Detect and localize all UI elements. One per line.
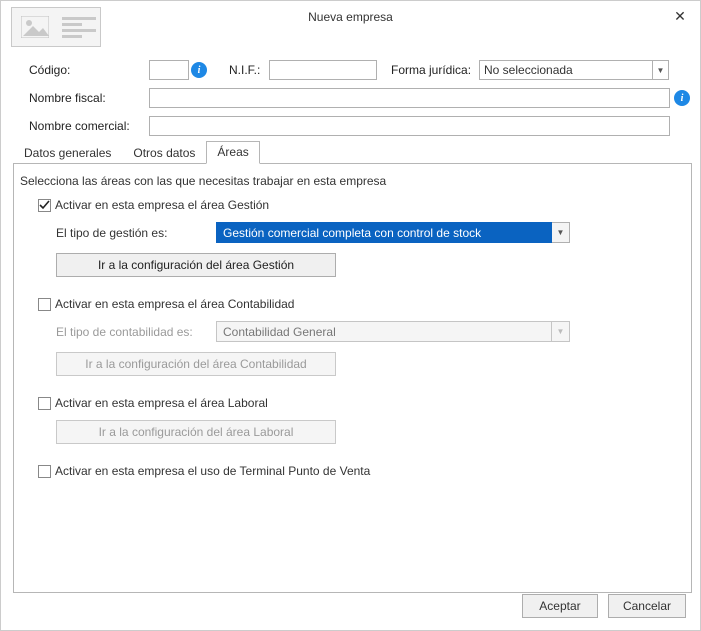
nif-label: N.I.F.: [229,63,269,77]
forma-juridica-label: Forma jurídica: [391,63,479,77]
title-bar: Nueva empresa ✕ [1,1,700,33]
image-placeholder-icon [12,8,58,46]
text-placeholder-icon [58,8,100,46]
goto-gestion-config-button[interactable]: Ir a la configuración del área Gestión [56,253,336,277]
nombre-fiscal-label: Nombre fiscal: [29,91,149,105]
tipo-contabilidad-value: Contabilidad General [216,321,552,342]
forma-juridica-select[interactable]: No seleccionada ▼ [479,60,669,80]
tipo-contabilidad-label: El tipo de contabilidad es: [56,325,206,339]
tab-panel: Selecciona las áreas con las que necesit… [13,163,692,593]
header-form: Código: i N.I.F.: Forma jurídica: No sel… [29,57,690,141]
cancel-button[interactable]: Cancelar [608,594,686,618]
nombre-fiscal-input[interactable] [149,88,670,108]
info-icon[interactable]: i [191,62,207,78]
checkbox-tpv-label: Activar en esta empresa el uso de Termin… [55,464,370,478]
tab-row: Datos generales Otros datos Áreas [13,141,692,163]
window-title: Nueva empresa [1,10,700,24]
checkbox-contabilidad-label: Activar en esta empresa el área Contabil… [55,297,294,311]
checkbox-contabilidad[interactable] [38,298,51,311]
checkbox-laboral[interactable] [38,397,51,410]
goto-contabilidad-config-button: Ir a la configuración del área Contabili… [56,352,336,376]
close-icon: ✕ [674,8,686,25]
chevron-down-icon: ▼ [653,60,669,80]
info-icon[interactable]: i [674,90,690,106]
checkbox-tpv[interactable] [38,465,51,478]
logo-placeholder [11,7,101,47]
tab-areas[interactable]: Áreas [206,141,259,164]
checkbox-gestion-label: Activar en esta empresa el área Gestión [55,198,269,212]
chevron-down-icon: ▼ [552,222,570,243]
tabs-container: Datos generales Otros datos Áreas Selecc… [13,141,692,593]
nif-input[interactable] [269,60,377,80]
forma-juridica-value: No seleccionada [479,60,653,80]
nombre-comercial-input[interactable] [149,116,670,136]
tipo-gestion-value: Gestión comercial completa con control d… [216,222,552,243]
area-contabilidad: Activar en esta empresa el área Contabil… [38,297,681,376]
area-tpv: Activar en esta empresa el uso de Termin… [38,464,681,478]
goto-laboral-config-button: Ir a la configuración del área Laboral [56,420,336,444]
chevron-down-icon: ▼ [552,321,570,342]
area-gestion: Activar en esta empresa el área Gestión … [38,198,681,277]
close-button[interactable]: ✕ [666,5,694,27]
codigo-input[interactable] [149,60,189,80]
area-laboral: Activar en esta empresa el área Laboral … [38,396,681,444]
tipo-gestion-label: El tipo de gestión es: [56,226,206,240]
dialog-footer: Aceptar Cancelar [522,594,686,618]
nombre-comercial-label: Nombre comercial: [29,119,149,133]
tipo-contabilidad-select: Contabilidad General ▼ [216,321,570,342]
areas-description: Selecciona las áreas con las que necesit… [20,174,681,188]
codigo-label: Código: [29,63,149,77]
tab-otros-datos[interactable]: Otros datos [122,142,206,164]
tab-datos-generales[interactable]: Datos generales [13,142,122,164]
tipo-gestion-select[interactable]: Gestión comercial completa con control d… [216,222,570,243]
checkbox-laboral-label: Activar en esta empresa el área Laboral [55,396,268,410]
accept-button[interactable]: Aceptar [522,594,598,618]
checkbox-gestion[interactable] [38,199,51,212]
